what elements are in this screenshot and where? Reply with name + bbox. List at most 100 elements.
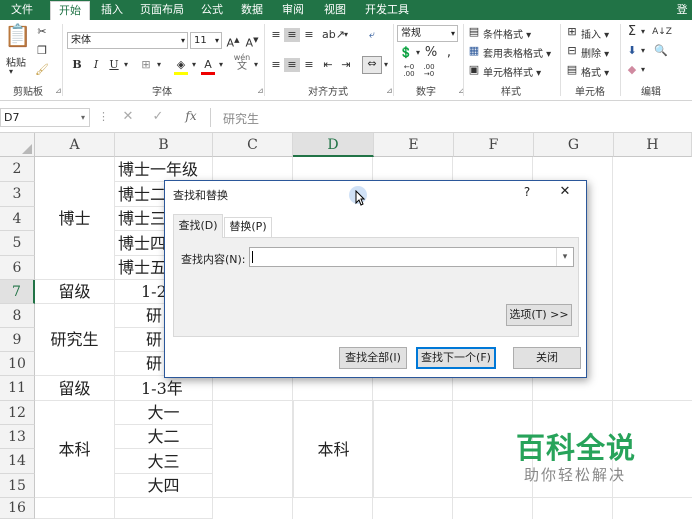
chevron-down-icon[interactable]: ▾: [252, 58, 260, 72]
cell-a16[interactable]: [35, 498, 115, 519]
tab-developer[interactable]: 开发工具: [358, 0, 416, 20]
tab-login[interactable]: 登: [672, 0, 692, 20]
column-header-h[interactable]: H: [614, 133, 692, 157]
font-launcher-icon[interactable]: ⊿: [257, 86, 264, 95]
clear-icon[interactable]: ◆: [625, 63, 639, 77]
fill-color-icon[interactable]: ◈: [172, 58, 190, 75]
align-bottom-icon[interactable]: ≡: [301, 28, 317, 42]
table-format-icon[interactable]: ▦: [467, 44, 481, 58]
conditional-format-icon[interactable]: ▤: [467, 25, 481, 39]
decrease-font-icon[interactable]: A▼: [244, 33, 260, 51]
border-icon[interactable]: ⊞: [137, 58, 155, 72]
conditional-format-button[interactable]: 条件格式 ▾: [483, 26, 531, 41]
row-header-2[interactable]: 2: [0, 157, 35, 182]
row-header-12[interactable]: 12: [0, 401, 35, 425]
chevron-down-icon[interactable]: ▾: [122, 58, 130, 72]
increase-font-icon[interactable]: A▲: [225, 33, 241, 51]
tab-formulas[interactable]: 公式: [194, 0, 230, 20]
chevron-down-icon[interactable]: ▾: [414, 46, 422, 60]
cell-styles-button[interactable]: 单元格样式 ▾: [483, 64, 541, 79]
copy-icon[interactable]: ❐: [34, 44, 50, 58]
align-center-icon[interactable]: ≡: [284, 58, 300, 72]
row-header-16[interactable]: 16: [0, 498, 35, 519]
bold-icon[interactable]: B: [70, 58, 84, 72]
chevron-down-icon[interactable]: ▾: [382, 58, 390, 72]
wrap-text-icon[interactable]: ⤶: [364, 28, 380, 42]
row-header-14[interactable]: 14: [0, 449, 35, 474]
cell-d12-merged[interactable]: 本科: [293, 401, 374, 498]
cell-b13[interactable]: 大二: [115, 425, 213, 449]
align-left-icon[interactable]: ≡: [268, 58, 284, 72]
orientation-icon[interactable]: ab↗: [322, 28, 345, 42]
underline-icon[interactable]: U: [107, 58, 121, 72]
row-header-11[interactable]: 11: [0, 376, 35, 401]
help-icon[interactable]: ?: [519, 185, 535, 199]
chevron-down-icon[interactable]: ▾: [190, 58, 198, 72]
tab-page-layout[interactable]: 页面布局: [134, 0, 190, 20]
align-top-icon[interactable]: ≡: [268, 28, 284, 42]
font-color-icon[interactable]: A: [199, 58, 217, 75]
name-box[interactable]: D7 ▾: [0, 108, 90, 127]
align-middle-icon[interactable]: ≡: [284, 28, 300, 42]
close-icon[interactable]: ✕: [555, 184, 575, 199]
format-cells-icon[interactable]: ▤: [565, 63, 579, 77]
row-header-3[interactable]: 3: [0, 182, 35, 207]
chevron-down-icon[interactable]: ▾: [639, 25, 647, 39]
tab-view[interactable]: 视图: [316, 0, 354, 20]
cell-b2[interactable]: 博士一年级: [115, 157, 213, 182]
increase-decimal-icon[interactable]: ←0.00: [400, 64, 418, 78]
cell-styles-icon[interactable]: ▣: [467, 63, 481, 77]
italic-icon[interactable]: I: [89, 58, 103, 72]
increase-indent-icon[interactable]: ⇥: [338, 58, 354, 72]
find-select-icon[interactable]: 🔍: [652, 44, 670, 58]
chevron-down-icon[interactable]: ▾: [639, 63, 647, 77]
cell-a12-merged[interactable]: 本科: [35, 401, 115, 498]
close-button[interactable]: 关闭: [513, 347, 581, 369]
row-header-5[interactable]: 5: [0, 231, 35, 256]
select-all-corner[interactable]: [0, 133, 35, 157]
delete-cells-button[interactable]: 删除 ▾: [581, 45, 609, 60]
phonetic-icon[interactable]: wén 文: [232, 53, 252, 72]
cancel-icon[interactable]: ✕: [120, 110, 136, 124]
comma-icon[interactable]: ,: [442, 46, 456, 60]
fill-icon[interactable]: ⬇: [625, 44, 639, 58]
percent-icon[interactable]: %: [424, 46, 438, 60]
format-painter-icon[interactable]: 🖌: [34, 63, 50, 77]
column-header-b[interactable]: B: [115, 133, 213, 157]
merge-center-icon[interactable]: ⇔: [362, 56, 382, 74]
paste-dropdown-icon[interactable]: ▾: [9, 67, 13, 76]
font-size-select[interactable]: 11 ▾: [190, 32, 222, 49]
cut-icon[interactable]: ✂: [34, 25, 50, 39]
tab-home[interactable]: 开始: [50, 1, 90, 20]
options-button[interactable]: 选项(T) >>: [506, 304, 572, 326]
tab-find[interactable]: 查找(D): [173, 214, 223, 238]
column-header-c[interactable]: C: [213, 133, 293, 157]
insert-function-icon[interactable]: fx: [182, 109, 200, 123]
sort-filter-icon[interactable]: A↓Z: [652, 25, 672, 39]
row-header-7[interactable]: 7: [0, 280, 35, 304]
currency-icon[interactable]: 💲: [398, 46, 414, 60]
find-all-button[interactable]: 查找全部(I): [339, 347, 407, 369]
row-header-6[interactable]: 6: [0, 256, 35, 280]
column-header-a[interactable]: A: [35, 133, 115, 157]
insert-cells-icon[interactable]: ⊞: [565, 25, 579, 39]
row-header-10[interactable]: 10: [0, 352, 35, 376]
tab-data[interactable]: 数据: [234, 0, 270, 20]
chevron-down-icon[interactable]: ▾: [342, 28, 350, 42]
tab-insert[interactable]: 插入: [94, 0, 130, 20]
cell-b14[interactable]: 大三: [115, 449, 213, 474]
row-header-8[interactable]: 8: [0, 304, 35, 328]
align-right-icon[interactable]: ≡: [301, 58, 317, 72]
table-format-button[interactable]: 套用表格格式 ▾: [483, 45, 551, 60]
cell-b11[interactable]: 1-3年: [115, 376, 213, 401]
row-header-9[interactable]: 9: [0, 328, 35, 352]
column-header-d[interactable]: D: [293, 133, 374, 157]
alignment-launcher-icon[interactable]: ⊿: [386, 86, 393, 95]
chevron-down-icon[interactable]: ▾: [155, 58, 163, 72]
cell-a11[interactable]: 留级: [35, 376, 115, 401]
decrease-decimal-icon[interactable]: .00 →0: [420, 64, 438, 78]
formula-input[interactable]: 研究生: [210, 108, 692, 127]
delete-cells-icon[interactable]: ⊟: [565, 44, 579, 58]
decrease-indent-icon[interactable]: ⇤: [320, 58, 336, 72]
tab-file[interactable]: 文件: [0, 0, 44, 20]
